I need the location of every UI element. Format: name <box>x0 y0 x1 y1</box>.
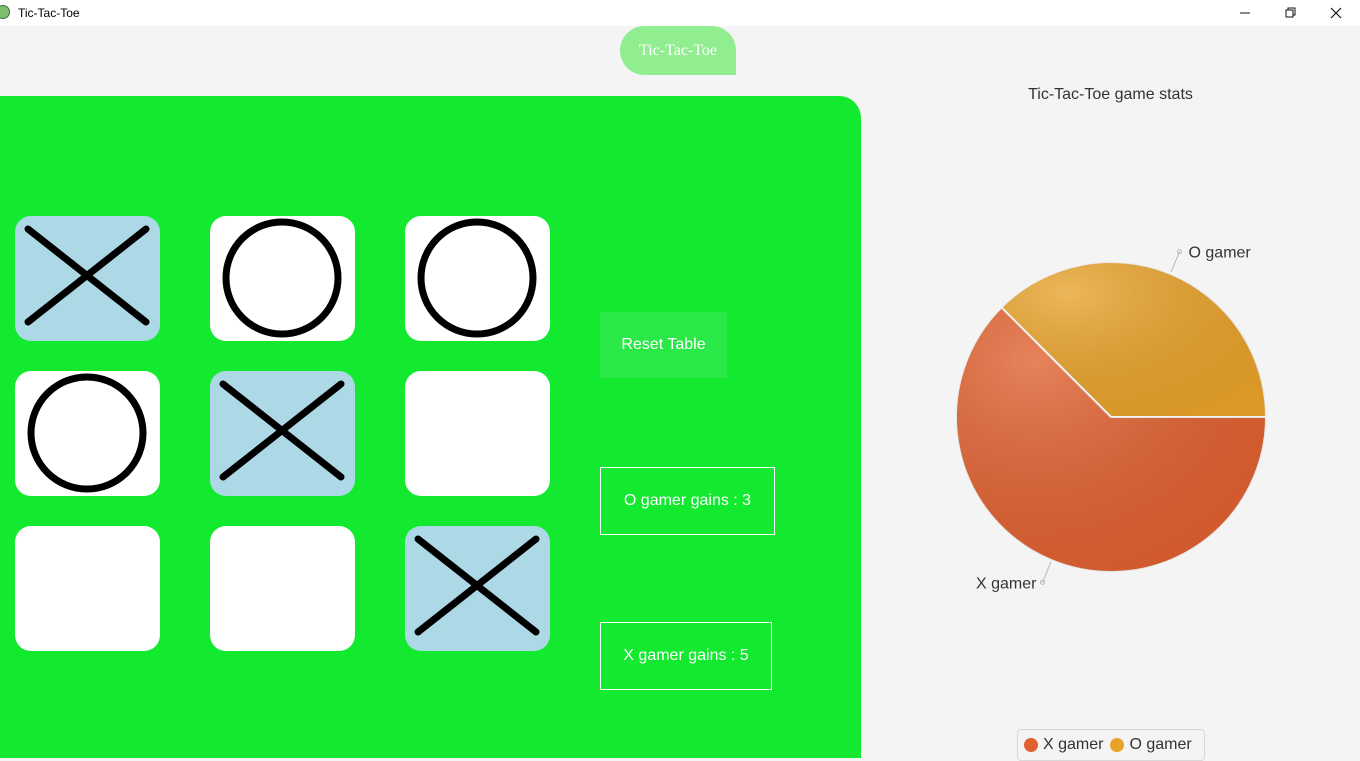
board-cell-2-2[interactable] <box>210 371 355 496</box>
game-board-panel: Reset Table O gamer gains : 3 X gamer ga… <box>0 96 861 758</box>
close-button[interactable] <box>1313 0 1359 26</box>
pie-label-anchor <box>1177 249 1183 255</box>
pie-label-anchor <box>1039 579 1045 585</box>
x-mark-icon <box>219 380 345 481</box>
app-icon <box>0 5 10 19</box>
board-cell-3-1[interactable] <box>15 526 160 651</box>
close-icon <box>1330 7 1342 19</box>
pie-label-leader <box>1042 561 1052 583</box>
x-score-label: X gamer gains : 5 <box>600 622 772 690</box>
x-mark-icon <box>414 535 540 636</box>
o-score-label: O gamer gains : 3 <box>600 467 775 535</box>
pie-chart: O gamer X gamer <box>955 245 1268 592</box>
legend-swatch-o <box>1110 738 1125 752</box>
title-bar: Tic-Tac-Toe <box>0 0 1360 26</box>
pie-label-x: X gamer <box>976 575 1037 592</box>
header-title-badge: Tic-Tac-Toe <box>620 26 736 75</box>
o-mark-icon <box>417 218 537 338</box>
o-mark-icon <box>27 373 147 493</box>
legend-label-o: O gamer <box>1129 736 1192 753</box>
board-cell-3-3[interactable] <box>405 526 550 651</box>
window-title: Tic-Tac-Toe <box>18 6 80 20</box>
restore-icon <box>1285 7 1296 18</box>
restore-button[interactable] <box>1268 0 1314 26</box>
board-cell-2-3[interactable] <box>405 371 550 496</box>
minimize-icon <box>1240 12 1250 14</box>
pie-label-leader <box>1170 251 1180 273</box>
x-mark-icon <box>24 225 150 326</box>
board-cell-3-2[interactable] <box>210 526 355 651</box>
legend-item-o: O gamer <box>1110 736 1192 754</box>
o-mark-icon <box>222 218 342 338</box>
legend-label-x: X gamer <box>1043 736 1104 753</box>
minimize-button[interactable] <box>1222 0 1268 26</box>
board-cell-2-1[interactable] <box>15 371 160 496</box>
board-cell-1-2[interactable] <box>210 216 355 341</box>
board-cell-1-1[interactable] <box>15 216 160 341</box>
board-cell-1-3[interactable] <box>405 216 550 341</box>
legend-swatch-x <box>1024 738 1038 752</box>
reset-table-button[interactable]: Reset Table <box>600 312 727 378</box>
pie-label-o: O gamer <box>1189 245 1252 262</box>
chart-legend: X gamer O gamer <box>1017 729 1205 761</box>
legend-item-x: X gamer <box>1024 736 1103 754</box>
